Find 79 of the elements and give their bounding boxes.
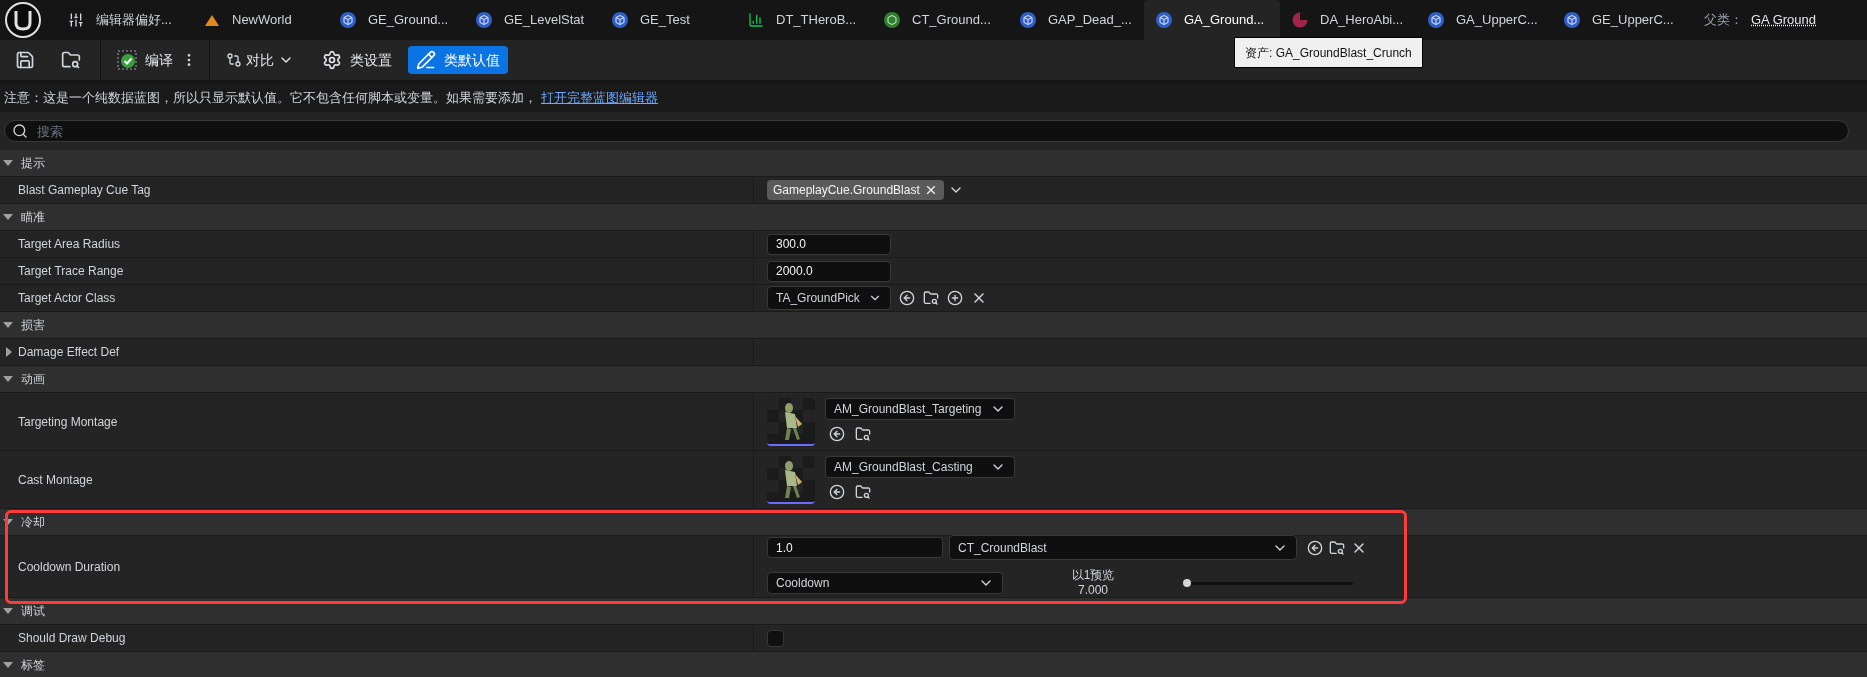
row-name-dropdown[interactable]: Cooldown [767, 572, 1003, 594]
property-name: Target Area Radius [18, 236, 121, 253]
sliders-icon [68, 12, 84, 28]
preview-value: 7.000 [1078, 583, 1108, 598]
asset-dropdown[interactable]: AM_GroundBlast_Casting [825, 455, 1015, 478]
editor-tab[interactable]: GA_Ground... [1144, 0, 1280, 40]
pencil-icon [416, 50, 436, 70]
editor-tab[interactable]: DA_HeroAbi... [1280, 0, 1416, 40]
property-name: Target Actor Class [18, 290, 116, 307]
editor-tab[interactable]: GE_Ground... [328, 0, 464, 40]
curve-table-dropdown[interactable]: CT_CroundBlast [949, 535, 1297, 560]
expand-arrow-icon[interactable] [4, 347, 14, 357]
section-header[interactable]: 提示 [21, 154, 45, 172]
editor-tab[interactable]: GA_UpperC... [1416, 0, 1552, 40]
compile-check-icon [117, 50, 137, 70]
number-field[interactable]: 2000.0 [767, 260, 891, 282]
use-selected-icon[interactable] [829, 425, 845, 442]
editor-tab[interactable]: GE_Test [600, 0, 736, 40]
class-settings-button[interactable]: 类设置 [314, 46, 400, 74]
use-selected-icon[interactable] [898, 290, 915, 306]
parent-class-link[interactable]: GA Ground [1751, 10, 1817, 30]
section-header[interactable]: 损害 [21, 316, 45, 334]
notice-text: 注意：这是一个纯数据蓝图，所以只显示默认值。它不包含任何脚本或变量。如果需要添加， [4, 89, 537, 108]
collapse-arrow-icon[interactable] [3, 660, 13, 670]
collapse-arrow-icon[interactable] [3, 212, 13, 222]
open-editor-link[interactable]: 打开完整蓝图编辑器 [541, 88, 658, 108]
diff-button[interactable]: 对比 [222, 44, 298, 76]
editor-tab[interactable]: NewWorld [192, 0, 328, 40]
section-header[interactable]: 调试 [21, 602, 45, 620]
logo-icon[interactable] [4, 1, 42, 39]
property-name: Should Draw Debug [18, 630, 126, 647]
preview-slider[interactable] [1183, 578, 1353, 588]
diff-icon [226, 52, 242, 68]
collapse-arrow-icon[interactable] [3, 517, 13, 527]
save-icon [15, 50, 35, 70]
editor-tab[interactable]: 编辑器偏好... [56, 0, 192, 40]
tag-chip: GameplayCue.GroundBlast [767, 180, 944, 200]
browse-icon[interactable] [1329, 539, 1345, 556]
add-icon[interactable] [946, 290, 963, 306]
number-field[interactable]: 300.0 [767, 233, 891, 255]
section-header[interactable]: 瞄准 [21, 208, 45, 226]
editor-tab[interactable]: CT_Ground... [872, 0, 1008, 40]
number-field[interactable]: 1.0 [767, 537, 943, 558]
asset-dropdown[interactable]: AM_GroundBlast_Targeting [825, 397, 1015, 420]
table-icon [748, 12, 764, 28]
browse-icon[interactable] [922, 290, 939, 306]
editor-tab[interactable]: GE_LevelStat [464, 0, 600, 40]
browse-icon[interactable] [855, 425, 871, 442]
section-header[interactable]: 冷却 [21, 513, 45, 531]
browse-icon[interactable] [855, 483, 871, 500]
use-selected-icon[interactable] [829, 483, 845, 500]
property-name: Cast Montage [18, 471, 93, 489]
search-field[interactable]: 搜索 [4, 120, 1849, 142]
collapse-arrow-icon[interactable] [3, 606, 13, 616]
property-name: Cooldown Duration [18, 558, 121, 576]
section-header[interactable]: 标签 [21, 656, 45, 674]
search-icon [12, 123, 28, 139]
checkbox[interactable] [767, 629, 784, 647]
editor-tab[interactable]: GE_UpperC... [1552, 0, 1688, 40]
editor-tab[interactable]: DT_THeroB... [736, 0, 872, 40]
use-selected-icon[interactable] [1307, 539, 1323, 556]
section-header[interactable]: 动画 [21, 370, 45, 388]
editor-tab[interactable]: GAP_Dead_... [1008, 0, 1144, 40]
property-name: Blast Gameplay Cue Tag [18, 182, 151, 199]
property-name: Target Trace Range [18, 263, 124, 280]
class-defaults-button[interactable]: 类默认值 [408, 46, 508, 74]
property-name: Damage Effect Def [18, 344, 120, 361]
preview-label: 以1预览 [1071, 568, 1115, 583]
collapse-arrow-icon[interactable] [3, 158, 13, 168]
pie-icon [1292, 12, 1308, 28]
class-dropdown[interactable]: TA_GroundPick [767, 286, 891, 310]
gear-icon [322, 50, 342, 70]
collapse-arrow-icon[interactable] [3, 320, 13, 330]
parent-class-label: 父类： [1704, 11, 1743, 30]
collapse-arrow-icon[interactable] [3, 374, 13, 384]
property-name: Targeting Montage [18, 413, 118, 431]
tooltip: 资产: GA_GroundBlast_Crunch [1234, 37, 1423, 68]
folder-search-icon [61, 50, 81, 70]
compile-button[interactable]: 编译 [113, 44, 177, 76]
